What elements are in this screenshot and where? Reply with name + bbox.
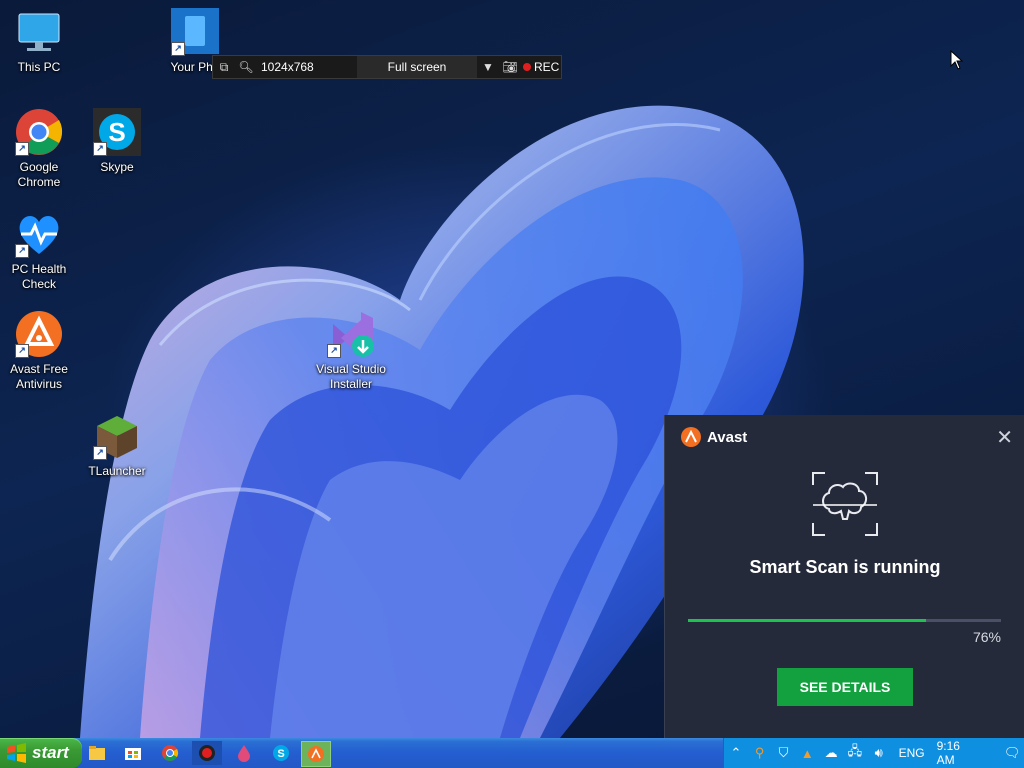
shortcut-arrow-icon: ↗ bbox=[15, 142, 29, 156]
avast-scan-popup: Avast ✕ Smart Scan is running 76% SEE DE… bbox=[664, 415, 1024, 738]
minecraft-grass-block-icon: ↗ bbox=[93, 412, 141, 460]
taskbar-chrome[interactable] bbox=[155, 741, 185, 765]
shortcut-arrow-icon: ↗ bbox=[327, 344, 341, 358]
security-shield-icon[interactable]: ⛉ bbox=[772, 745, 796, 761]
chrome-icon bbox=[162, 745, 179, 761]
desktop-icon-label: This PC bbox=[17, 60, 61, 74]
mouse-cursor bbox=[950, 49, 964, 75]
resolution-readout: 1024x768 bbox=[257, 56, 357, 78]
phone-app-icon: ↗ bbox=[171, 8, 219, 56]
chrome-icon: ↗ bbox=[15, 108, 63, 156]
avast-icon: ↗ bbox=[15, 310, 63, 358]
taskbar-skype[interactable]: S bbox=[266, 741, 296, 765]
file-explorer-icon bbox=[89, 746, 105, 760]
screenshot-button[interactable]: 📷︎ bbox=[499, 56, 521, 78]
scan-progress-bar bbox=[688, 619, 1001, 622]
avast-brand-label: Avast bbox=[707, 428, 748, 446]
desktop-icon-pc-health-check[interactable]: ↗ PC Health Check bbox=[0, 210, 78, 292]
droplet-app-icon bbox=[238, 745, 250, 762]
taskbar: start S ⌃ ⚲ ⛉ ▲ ☁ 🖧︎ 🔊︎ ENG 9:16 AM 🗨︎ bbox=[0, 738, 1024, 768]
recorder-icon bbox=[199, 745, 215, 761]
search-icon[interactable]: ⚲ bbox=[748, 745, 772, 761]
zoom-button[interactable]: 🔍︎ bbox=[235, 56, 257, 78]
record-dot-icon bbox=[523, 63, 531, 71]
windows-store-icon bbox=[125, 748, 141, 760]
desktop-icon-tlauncher[interactable]: ↗ TLauncher bbox=[78, 412, 156, 479]
desktop-icon-label: Visual Studio Installer bbox=[316, 362, 386, 391]
svg-text:S: S bbox=[108, 117, 125, 147]
record-label: REC bbox=[534, 60, 560, 74]
desktop-icon-label: Skype bbox=[100, 160, 134, 174]
volume-icon[interactable]: 🔊︎ bbox=[867, 745, 891, 761]
desktop-icon-avast[interactable]: ↗ Avast Free Antivirus bbox=[0, 310, 78, 392]
capture-mode-dropdown[interactable]: ▼ bbox=[477, 56, 499, 78]
screen-recorder-toolbar: ⧉ 🔍︎ 1024x768 Full screen ▼ 📷︎ REC bbox=[212, 55, 562, 79]
close-icon[interactable]: ✕ bbox=[996, 425, 1013, 450]
record-button[interactable]: REC bbox=[521, 56, 561, 78]
system-tray: ⌃ ⚲ ⛉ ▲ ☁ 🖧︎ 🔊︎ ENG 9:16 AM 🗨︎ bbox=[723, 738, 1024, 768]
window-select-button[interactable]: ⧉ bbox=[213, 56, 235, 78]
avast-icon bbox=[308, 746, 324, 762]
desktop-icon-label: PC Health Check bbox=[11, 262, 67, 291]
shortcut-arrow-icon: ↗ bbox=[15, 344, 29, 358]
desktop-icon-google-chrome[interactable]: ↗ Google Chrome bbox=[0, 108, 78, 190]
taskbar-avast[interactable] bbox=[301, 741, 331, 767]
shortcut-arrow-icon: ↗ bbox=[171, 42, 185, 56]
windows-flag-icon bbox=[7, 743, 26, 763]
network-icon[interactable]: 🖧︎ bbox=[843, 742, 867, 764]
chevron-down-icon: ▼ bbox=[482, 60, 494, 74]
scan-status-title: Smart Scan is running bbox=[749, 557, 941, 577]
capture-mode-label: Full screen bbox=[387, 60, 447, 74]
shortcut-arrow-icon: ↗ bbox=[15, 244, 29, 258]
notification-center-icon[interactable]: 🗨︎ bbox=[1000, 745, 1024, 761]
magnifier-icon: 🔍︎ bbox=[238, 60, 254, 74]
heart-pulse-icon: ↗ bbox=[15, 210, 63, 258]
scan-progress-fill bbox=[688, 619, 926, 622]
start-button[interactable]: start bbox=[0, 738, 82, 768]
scan-progress-percent: 76% bbox=[972, 629, 1001, 645]
resolution-text: 1024x768 bbox=[261, 60, 314, 74]
svg-text:S: S bbox=[277, 748, 284, 760]
taskbar-droplet-app[interactable] bbox=[229, 741, 259, 765]
avast-logo-icon bbox=[681, 427, 701, 447]
window-select-icon: ⧉ bbox=[219, 59, 229, 74]
language-indicator[interactable]: ENG bbox=[899, 746, 925, 760]
brain-scan-icon bbox=[811, 471, 879, 537]
clock[interactable]: 9:16 AM bbox=[937, 739, 981, 767]
desktop-icon-label: TLauncher bbox=[88, 464, 146, 478]
camera-icon: 📷︎ bbox=[502, 60, 518, 74]
see-details-button[interactable]: SEE DETAILS bbox=[777, 668, 913, 706]
skype-icon: S bbox=[273, 745, 289, 761]
monitor-icon bbox=[15, 8, 63, 56]
start-label: start bbox=[32, 743, 69, 762]
desktop-icon-visual-studio-installer[interactable]: ↗ Visual Studio Installer bbox=[312, 310, 390, 392]
desktop-icon-this-pc[interactable]: This PC bbox=[0, 8, 78, 75]
desktop-icon-label: Google Chrome bbox=[17, 160, 61, 189]
taskbar-file-explorer[interactable] bbox=[82, 741, 112, 765]
desktop-icon-label: Avast Free Antivirus bbox=[10, 362, 68, 391]
skype-icon: S ↗ bbox=[93, 108, 141, 156]
shortcut-arrow-icon: ↗ bbox=[93, 142, 107, 156]
visual-studio-installer-icon: ↗ bbox=[327, 310, 375, 358]
cloud-offline-icon[interactable]: ☁ bbox=[819, 745, 843, 761]
taskbar-store[interactable] bbox=[118, 741, 148, 765]
avast-header: Avast bbox=[681, 427, 747, 447]
capture-mode-select[interactable]: Full screen bbox=[357, 56, 477, 78]
avast-tray-icon[interactable]: ▲ bbox=[795, 746, 819, 761]
desktop-icon-skype[interactable]: S ↗ Skype bbox=[78, 108, 156, 175]
taskbar-screen-recorder[interactable] bbox=[192, 741, 222, 765]
shortcut-arrow-icon: ↗ bbox=[93, 446, 107, 460]
chevron-up-icon[interactable]: ⌃ bbox=[724, 745, 748, 761]
